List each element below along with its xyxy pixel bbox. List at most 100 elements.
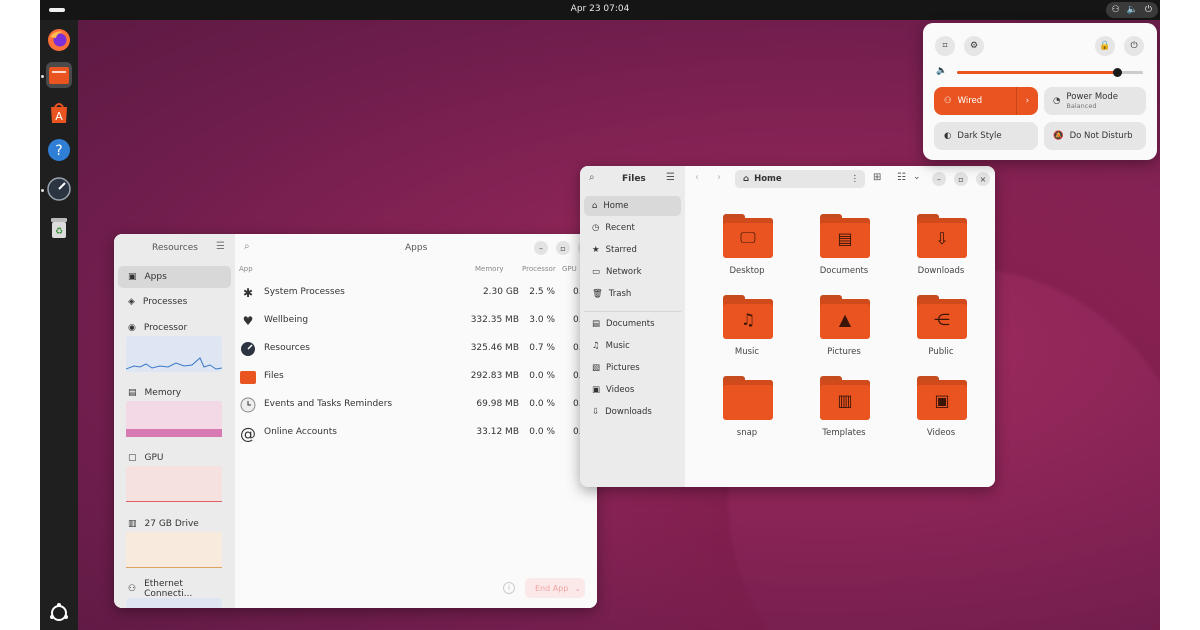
- new-folder-icon[interactable]: ⊞: [873, 172, 881, 183]
- chevron-down-icon[interactable]: ⌄: [913, 172, 921, 182]
- document-icon: ▤: [820, 218, 870, 258]
- folder-public[interactable]: ⋲ Public: [901, 295, 981, 365]
- power-icon: ⏻: [1130, 41, 1138, 51]
- volume-slider[interactable]: [957, 68, 1143, 77]
- memory-icon: ▤: [128, 388, 137, 398]
- search-icon[interactable]: ⌕: [244, 241, 250, 252]
- dark-style-toggle[interactable]: ◐ Dark Style: [934, 122, 1038, 150]
- processes-icon: ◈: [128, 297, 135, 307]
- settings-button[interactable]: ⚙: [964, 36, 984, 56]
- minimize-button[interactable]: –: [932, 172, 946, 186]
- dark-style-icon: ◐: [944, 131, 952, 141]
- end-app-button[interactable]: End App ⌄: [525, 578, 585, 598]
- sidebar-item-recent[interactable]: ◷ Recent: [584, 218, 681, 238]
- sidebar-item-starred[interactable]: ★ Starred: [584, 240, 681, 260]
- back-button[interactable]: ‹: [695, 172, 699, 183]
- sidebar-item-processes[interactable]: ◈ Processes: [118, 291, 231, 313]
- clock[interactable]: Apr 23 07:04: [40, 4, 1160, 14]
- recent-icon: ◷: [592, 223, 600, 233]
- system-tray[interactable]: ⚇ 🔈 ⏻: [1105, 2, 1158, 18]
- svg-text:A: A: [55, 110, 63, 123]
- column-processor[interactable]: Processor: [522, 265, 556, 273]
- more-icon[interactable]: ⋮: [851, 174, 860, 184]
- sidebar-item-ethernet[interactable]: ⚇ Ethernet Connecti...: [118, 578, 231, 600]
- table-row[interactable]: Events and Tasks Reminders 69.98 MB 0.0 …: [235, 391, 597, 419]
- minimize-button[interactable]: –: [534, 241, 548, 255]
- info-icon[interactable]: i: [503, 582, 515, 594]
- sidebar-item-trash[interactable]: 🗑 Trash: [584, 284, 681, 304]
- table-row[interactable]: @ Online Accounts 33.12 MB 0.0 % 0.: [235, 419, 597, 447]
- volume-slider-handle[interactable]: [1112, 68, 1122, 77]
- maximize-button[interactable]: ▫: [556, 241, 570, 255]
- picture-icon: ▧: [592, 363, 601, 373]
- dock: A ? ♻: [40, 20, 78, 630]
- search-icon[interactable]: ⌕: [589, 172, 595, 183]
- files-content: ‹ › ⌂ Home ⋮ ⊞ ☷ ⌄ – ▫ × 🖵 Desktop ▤ Docu…: [685, 166, 995, 487]
- lock-icon: 🔒: [1099, 41, 1111, 51]
- power-mode-toggle[interactable]: ◔ Power Mode Balanced: [1044, 87, 1146, 115]
- sidebar-item-home[interactable]: ⌂ Home: [584, 196, 681, 216]
- ethernet-icon: ⚇: [128, 584, 137, 594]
- template-icon: ▥: [820, 380, 870, 420]
- folder-icon: [723, 380, 773, 420]
- menu-icon[interactable]: ☰: [666, 172, 675, 183]
- path-bar[interactable]: ⌂ Home ⋮: [735, 170, 865, 188]
- files-icon[interactable]: [46, 62, 72, 88]
- chevron-down-icon: ⌄: [574, 583, 582, 593]
- resources-app-icon: [239, 340, 257, 358]
- sidebar-item-pictures[interactable]: ▧ Pictures: [584, 358, 681, 378]
- wellbeing-icon: ♥: [242, 314, 254, 328]
- table-row[interactable]: Resources 325.46 MB 0.7 % 0.: [235, 335, 597, 363]
- apps-panel: ⌕ Apps – ▫ × App Memory Processor GPU ✱ …: [235, 234, 597, 608]
- column-app[interactable]: App: [239, 265, 253, 273]
- table-row[interactable]: Files 292.83 MB 0.0 % 0.: [235, 363, 597, 391]
- processor-graph: [126, 336, 222, 372]
- maximize-button[interactable]: ▫: [954, 172, 968, 186]
- folder-snap[interactable]: snap: [707, 376, 787, 446]
- resources-icon[interactable]: [46, 176, 72, 202]
- gpu-icon: ▢: [128, 453, 137, 463]
- do-not-disturb-toggle[interactable]: 🔕 Do Not Disturb: [1044, 122, 1146, 150]
- lock-button[interactable]: 🔒: [1095, 36, 1115, 56]
- sidebar-item-music[interactable]: ♫ Music: [584, 336, 681, 356]
- power-button[interactable]: ⏻: [1124, 36, 1144, 56]
- folder-videos[interactable]: ▣ Videos: [901, 376, 981, 446]
- volume-slider-fill: [957, 71, 1117, 74]
- volume-icon: 🔈: [936, 66, 948, 76]
- sidebar-item-downloads[interactable]: ⇩ Downloads: [584, 402, 681, 422]
- folder-templates[interactable]: ▥ Templates: [804, 376, 884, 446]
- show-apps-icon[interactable]: [46, 600, 72, 626]
- close-button[interactable]: ×: [976, 172, 990, 186]
- chevron-right-icon[interactable]: ›: [1016, 87, 1038, 115]
- wired-toggle[interactable]: ⚇ Wired ›: [934, 87, 1038, 115]
- list-view-icon[interactable]: ☷: [897, 172, 906, 183]
- help-icon[interactable]: ?: [46, 137, 72, 163]
- trash-icon[interactable]: ♻: [46, 214, 72, 240]
- svg-text:?: ?: [55, 143, 62, 159]
- music-icon: ♫: [592, 341, 600, 351]
- forward-button[interactable]: ›: [717, 172, 721, 183]
- folder-desktop[interactable]: 🖵 Desktop: [707, 214, 787, 284]
- folder-music[interactable]: ♫ Music: [707, 295, 787, 365]
- folder-pictures[interactable]: ▲ Pictures: [804, 295, 884, 365]
- firefox-icon[interactable]: [46, 27, 72, 53]
- sidebar-item-network[interactable]: ▭ Network: [584, 262, 681, 282]
- column-memory[interactable]: Memory: [475, 265, 503, 273]
- sidebar-item-documents[interactable]: ▤ Documents: [584, 314, 681, 334]
- folder-documents[interactable]: ▤ Documents: [804, 214, 884, 284]
- folder-downloads[interactable]: ⇩ Downloads: [901, 214, 981, 284]
- sidebar-item-apps[interactable]: ▣ Apps: [118, 266, 231, 288]
- network-icon: ▭: [592, 267, 601, 277]
- trash-icon: 🗑: [592, 289, 603, 299]
- system-processes-icon: ✱: [242, 286, 254, 300]
- network-icon: ⚇: [944, 96, 952, 106]
- table-row[interactable]: ✱ System Processes 2.30 GB 2.5 % 0.: [235, 279, 597, 307]
- running-indicator: [41, 75, 44, 78]
- drive-icon: ▥: [128, 519, 137, 529]
- menu-icon[interactable]: ☰: [216, 241, 225, 252]
- screenshot-button[interactable]: ⌗: [935, 36, 955, 56]
- table-row[interactable]: ♥ Wellbeing 332.35 MB 3.0 % 0.: [235, 307, 597, 335]
- column-gpu[interactable]: GPU: [562, 265, 577, 273]
- sidebar-item-videos[interactable]: ▣ Videos: [584, 380, 681, 400]
- app-center-icon[interactable]: A: [46, 100, 72, 126]
